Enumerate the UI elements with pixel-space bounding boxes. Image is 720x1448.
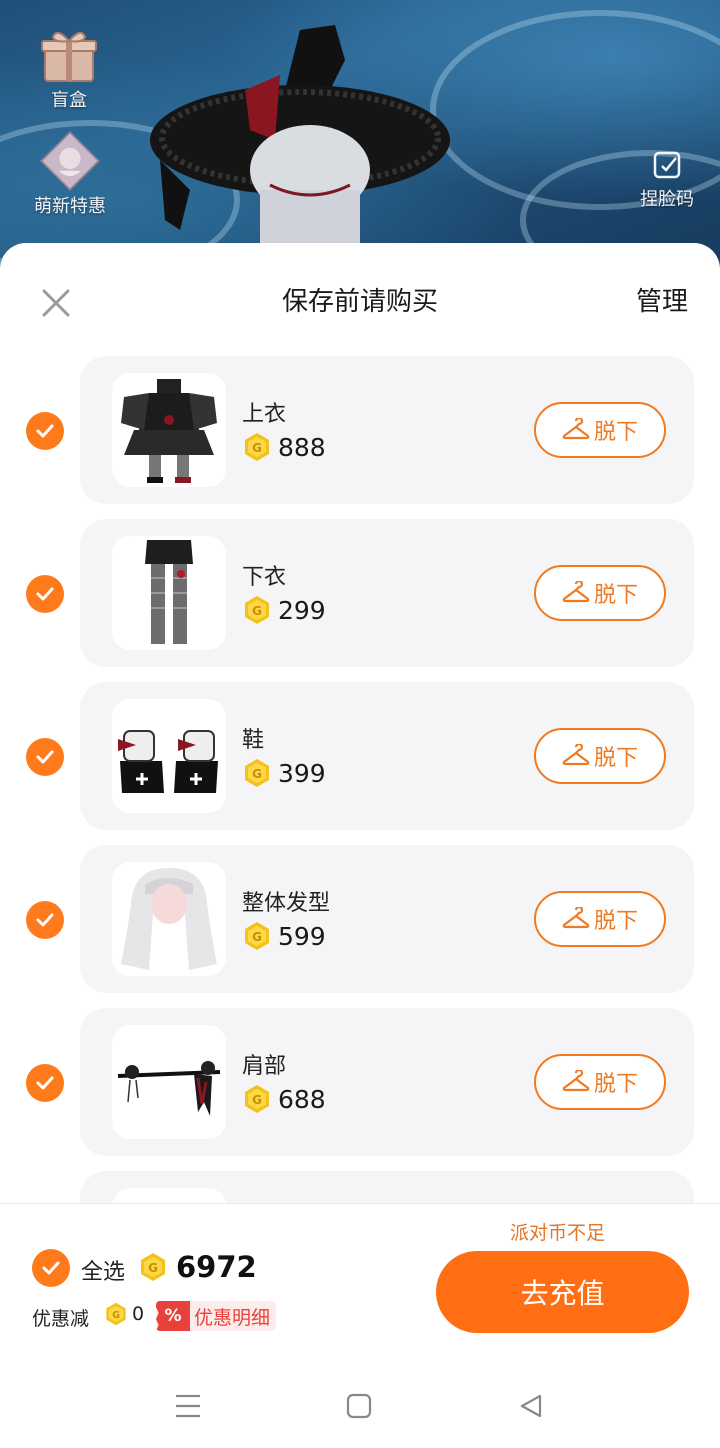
item-card[interactable]: 下衣 G 299 脱下 [80, 519, 694, 667]
list-item: 肩部 G 688 脱下 [0, 1008, 720, 1171]
item-card[interactable]: 上衣 G 888 脱下 [80, 356, 694, 504]
item-list: 上衣 G 888 脱下 下衣 G 299 脱下 鞋 G 399 脱下 整体发型 … [0, 356, 720, 1334]
svg-text:G: G [252, 767, 262, 781]
face-code-icon [652, 150, 682, 185]
avatar-preview-scene: 盲盒 萌新特惠 捏脸码 [0, 0, 720, 280]
item-price: G 599 [242, 921, 326, 951]
item-price-value: 888 [278, 432, 326, 462]
hanger-icon [562, 418, 590, 440]
item-price-value: 299 [278, 595, 326, 625]
item-price-value: 399 [278, 758, 326, 788]
item-checkbox[interactable] [26, 901, 64, 939]
svg-text:G: G [252, 604, 262, 618]
party-coin-icon: G [245, 759, 269, 787]
item-thumbnail [112, 862, 226, 976]
party-coin-icon: G [245, 1085, 269, 1113]
svg-text:G: G [112, 1310, 120, 1321]
item-price: G 399 [242, 758, 326, 788]
back-icon[interactable] [513, 1388, 549, 1424]
item-name: 上衣 [242, 402, 287, 427]
take-off-button[interactable]: 脱下 [534, 1054, 666, 1110]
item-price-value: 688 [278, 1084, 326, 1114]
list-item: 整体发型 G 599 脱下 [0, 845, 720, 1008]
system-nav-bar [0, 1360, 720, 1448]
take-off-label: 脱下 [593, 746, 638, 771]
gift-box-icon [38, 24, 100, 86]
party-coin-icon: G [141, 1253, 165, 1281]
item-checkbox[interactable] [26, 1064, 64, 1102]
hanger-icon [562, 1070, 590, 1092]
item-thumbnail [112, 373, 226, 487]
item-thumbnail [112, 1025, 226, 1139]
item-name: 整体发型 [242, 891, 331, 916]
newbie-offer-label: 萌新特惠 [34, 196, 106, 217]
avatar-figure [150, 25, 450, 260]
item-checkbox[interactable] [26, 412, 64, 450]
discount-detail-label: 优惠明细 [194, 1306, 271, 1329]
svg-text:G: G [148, 1261, 158, 1275]
face-code-label: 捏脸码 [640, 189, 694, 210]
select-all-label[interactable]: 全选 [81, 1254, 125, 1286]
take-off-button[interactable]: 脱下 [534, 565, 666, 621]
item-thumbnail [112, 699, 226, 813]
sheet-header: 保存前请购买 管理 [0, 243, 720, 358]
list-item: 鞋 G 399 脱下 [0, 682, 720, 845]
select-all-checkbox[interactable] [32, 1249, 70, 1287]
discount-amount: G 0 [104, 1302, 144, 1326]
party-coin-icon: G [245, 596, 269, 624]
take-off-button[interactable]: 脱下 [534, 402, 666, 458]
purchase-sheet: 保存前请购买 管理 上衣 G 888 脱下 下衣 G 299 脱下 鞋 G 39… [0, 243, 720, 1448]
svg-text:G: G [252, 930, 262, 944]
take-off-label: 脱下 [593, 909, 638, 934]
party-coin-icon: G [245, 433, 269, 461]
discount-badge-icon: % [156, 1301, 190, 1331]
hanger-icon [562, 744, 590, 766]
item-price: G 888 [242, 432, 326, 462]
menu-icon[interactable] [170, 1388, 206, 1424]
item-price-value: 599 [278, 921, 326, 951]
item-card[interactable]: 整体发型 G 599 脱下 [80, 845, 694, 993]
newbie-offer-entry[interactable]: 萌新特惠 [34, 130, 106, 218]
blind-box-entry[interactable]: 盲盒 [38, 24, 100, 112]
item-checkbox[interactable] [26, 738, 64, 776]
discount-detail-button[interactable]: % 优惠明细 [156, 1301, 277, 1331]
blind-box-label: 盲盒 [51, 90, 87, 111]
insufficient-coins-notice: 派对币不足 [510, 1222, 606, 1244]
item-price: G 299 [242, 595, 326, 625]
total-price-value: 6972 [176, 1250, 257, 1284]
hanger-icon [562, 907, 590, 929]
svg-text:G: G [252, 441, 262, 455]
home-icon[interactable] [341, 1388, 377, 1424]
manage-button[interactable]: 管理 [636, 281, 688, 318]
hanger-icon [562, 581, 590, 603]
newbie-offer-icon [39, 130, 101, 192]
recharge-button[interactable]: 去充值 [436, 1251, 689, 1333]
take-off-label: 脱下 [593, 420, 638, 445]
item-thumbnail [112, 536, 226, 650]
face-code-entry[interactable]: 捏脸码 [640, 150, 694, 211]
party-coin-icon: G [245, 922, 269, 950]
item-price: G 688 [242, 1084, 326, 1114]
discount-value: 0 [132, 1303, 145, 1325]
sheet-title: 保存前请购买 [281, 287, 438, 317]
item-name: 鞋 [242, 728, 265, 753]
total-price: G 6972 [138, 1250, 257, 1284]
item-card[interactable]: 鞋 G 399 脱下 [80, 682, 694, 830]
take-off-button[interactable]: 脱下 [534, 891, 666, 947]
party-coin-icon: G [106, 1302, 126, 1326]
item-name: 下衣 [242, 565, 287, 590]
take-off-label: 脱下 [593, 583, 638, 608]
list-item: 上衣 G 888 脱下 [0, 356, 720, 519]
take-off-button[interactable]: 脱下 [534, 728, 666, 784]
discount-label: 优惠减 [32, 1308, 90, 1330]
list-item: 下衣 G 299 脱下 [0, 519, 720, 682]
item-checkbox[interactable] [26, 575, 64, 613]
item-card[interactable]: 肩部 G 688 脱下 [80, 1008, 694, 1156]
item-name: 肩部 [242, 1054, 287, 1079]
svg-text:G: G [252, 1093, 262, 1107]
take-off-label: 脱下 [593, 1072, 638, 1097]
